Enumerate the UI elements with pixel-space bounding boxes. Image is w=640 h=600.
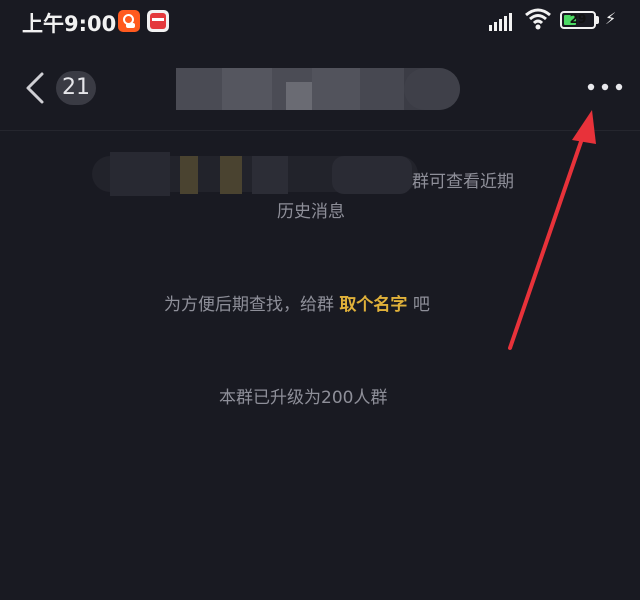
signal-icon xyxy=(489,11,517,31)
more-dots-icon xyxy=(587,83,623,91)
history-tip-line2: 历史消息 xyxy=(277,202,345,222)
battery-cap xyxy=(596,16,599,24)
unread-count-badge: 21 xyxy=(56,71,96,105)
status-bar: 上午9:00 29 ⚡ xyxy=(0,0,640,46)
kuaishou-app-icon xyxy=(118,10,140,32)
name-group-tip: 为方便后期查找，给群 取个名字 吧 xyxy=(164,290,430,315)
red-app-icon xyxy=(147,10,169,32)
wifi-icon xyxy=(525,8,551,30)
charging-icon: ⚡ xyxy=(605,9,617,28)
chevron-left-icon xyxy=(26,72,44,104)
battery-icon: 29 xyxy=(560,11,596,29)
name-tip-suffix: 吧 xyxy=(412,295,430,315)
annotation-arrow-icon xyxy=(508,110,596,350)
name-tip-prefix: 为方便后期查找，给群 xyxy=(164,295,334,315)
set-group-name-link[interactable]: 取个名字 xyxy=(339,295,407,315)
more-button[interactable] xyxy=(580,72,630,102)
history-tip-redacted xyxy=(92,152,418,196)
battery-level: 29 xyxy=(569,12,587,26)
back-button[interactable]: 21 xyxy=(20,68,110,108)
group-title-redacted xyxy=(176,68,460,110)
group-upgrade-tip: 本群已升级为200人群 xyxy=(219,388,388,408)
status-time: 上午9:00 xyxy=(22,12,117,36)
